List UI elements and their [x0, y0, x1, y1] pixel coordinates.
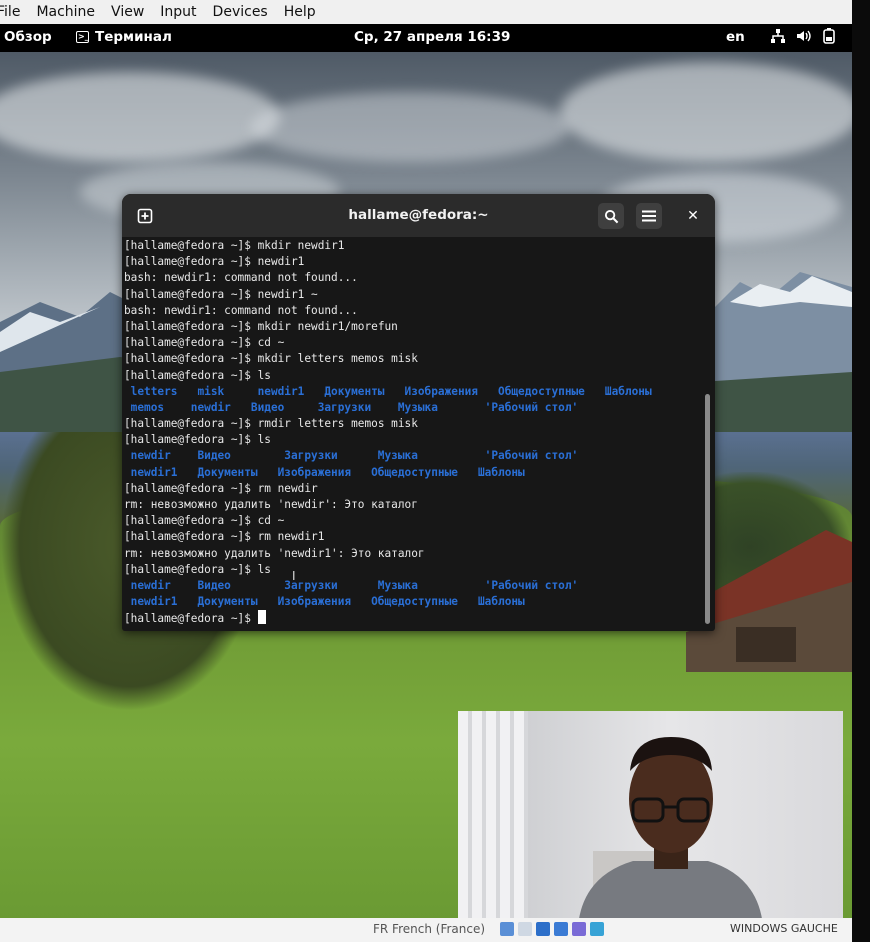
terminal-window[interactable]: hallame@fedora:~ ✕ [hallame@fedora ~]$ m…: [122, 194, 715, 631]
active-prompt-line: [hallame@fedora ~]$: [124, 610, 704, 626]
command-line: [hallame@fedora ~]$ cd ~: [124, 335, 704, 351]
command-line: [hallame@fedora ~]$ newdir1 ~: [124, 287, 704, 303]
webcam-overlay: [458, 711, 843, 926]
shell-prompt: [hallame@fedora ~]$: [124, 481, 258, 495]
close-button[interactable]: ✕: [680, 203, 706, 229]
input-language[interactable]: en: [726, 29, 745, 45]
shell-prompt: [hallame@fedora ~]$: [124, 417, 258, 431]
shell-prompt: [hallame@fedora ~]$: [124, 336, 258, 350]
shell-prompt: [hallame@fedora ~]$: [124, 239, 258, 252]
command-line: [hallame@fedora ~]$ ls: [124, 432, 704, 448]
shell-prompt: [hallame@fedora ~]$: [124, 319, 258, 333]
menu-button[interactable]: [636, 203, 662, 229]
menu-file[interactable]: File: [0, 0, 28, 24]
gnome-top-bar: Обзор >_ Терминал Ср, 27 апреля 16:39 en: [0, 24, 852, 52]
terminal-icon: >_: [76, 31, 89, 43]
shell-prompt: [hallame@fedora ~]$: [124, 287, 258, 301]
terminal-scrollbar[interactable]: [705, 394, 710, 624]
command-text: rm newdir: [257, 481, 318, 495]
command-text: mkdir letters memos misk: [257, 352, 418, 366]
shell-prompt: [hallame@fedora ~]$: [124, 562, 258, 576]
app-menu-button[interactable]: >_ Терминал: [76, 29, 172, 45]
command-text: ls: [257, 368, 271, 382]
system-menu[interactable]: [770, 28, 836, 44]
terminal-headerbar[interactable]: hallame@fedora:~ ✕: [122, 194, 715, 237]
output-line: rm: невозможно удалить 'newdir': Это кат…: [124, 498, 418, 511]
command-line: [hallame@fedora ~]$ ls: [124, 368, 704, 384]
shell-prompt: [hallame@fedora ~]$: [124, 612, 258, 626]
ls-output-line: newdir1 Документы Изображения Общедоступ…: [124, 595, 525, 609]
command-line: [hallame@fedora ~]$ ls: [124, 562, 704, 578]
command-line: [hallame@fedora ~]$ rmdir letters memos …: [124, 416, 704, 432]
command-line: [hallame@fedora ~]$ rm newdir1: [124, 529, 704, 545]
search-button[interactable]: [598, 203, 624, 229]
ls-output-line: newdir1 Документы Изображения Общедоступ…: [124, 465, 525, 479]
search-icon: [604, 209, 618, 223]
output-line: rm: невозможно удалить 'newdir1': Это ка…: [124, 546, 425, 560]
ls-output-line: letters misk newdir1 Документы Изображен…: [124, 384, 652, 398]
text-cursor-icon: I: [292, 569, 296, 583]
menu-machine[interactable]: Machine: [28, 0, 103, 24]
command-line: [hallame@fedora ~]$ cd ~: [124, 513, 704, 529]
command-line: [hallame@fedora ~]$ newdir1: [124, 254, 704, 270]
keyboard-layout[interactable]: FR French (France): [373, 922, 485, 936]
command-text: ls: [257, 562, 271, 576]
host-taskbar: FR French (France) WINDOWS GAUCHE: [0, 918, 852, 942]
command-text: newdir1: [257, 255, 305, 269]
shell-prompt: [hallame@fedora ~]$: [124, 514, 258, 528]
app-name: Терминал: [95, 29, 172, 45]
close-icon: ✕: [687, 208, 699, 224]
command-text: mkdir newdir1: [257, 239, 345, 252]
hamburger-icon: [642, 210, 656, 222]
output-line: bash: newdir1: command not found...: [124, 271, 358, 285]
command-text: mkdir newdir1/morefun: [257, 319, 398, 333]
shell-prompt: [hallame@fedora ~]$: [124, 530, 258, 544]
shell-prompt: [hallame@fedora ~]$: [124, 433, 258, 447]
command-text: cd ~: [257, 336, 285, 350]
command-text: cd ~: [257, 514, 285, 528]
terminal-output[interactable]: [hallame@fedora ~]$ mkdir newdir1 [hallam…: [124, 238, 704, 630]
ls-output-line: memos newdir Видео Загрузки Музыка 'Рабо…: [124, 400, 579, 414]
clock[interactable]: Ср, 27 апреля 16:39: [354, 29, 510, 45]
command-text: ls: [257, 433, 271, 447]
shell-prompt: [hallame@fedora ~]$: [124, 255, 258, 269]
host-menubar: File Machine View Input Devices Help: [0, 0, 852, 24]
activities-button[interactable]: Обзор: [4, 29, 52, 45]
person-image: [578, 737, 763, 926]
volume-icon: [797, 30, 811, 42]
terminal-cursor: [257, 610, 266, 625]
battery-icon: [823, 28, 835, 44]
output-line: bash: newdir1: command not found...: [124, 303, 358, 317]
command-line: [hallame@fedora ~]$ mkdir newdir1: [124, 238, 704, 254]
ls-output-line: newdir Видео Загрузки Музыка 'Рабочий ст…: [124, 578, 579, 592]
command-line: [hallame@fedora ~]$ mkdir letters memos …: [124, 351, 704, 367]
command-line: [hallame@fedora ~]$ rm newdir: [124, 481, 704, 497]
command-line: [hallame@fedora ~]$ mkdir newdir1/morefu…: [124, 319, 704, 335]
ls-output-line: newdir Видео Загрузки Музыка 'Рабочий ст…: [124, 449, 579, 463]
host-window-edge: [852, 0, 870, 942]
command-text: rm newdir1: [257, 530, 325, 544]
command-text: rmdir letters memos misk: [257, 417, 418, 431]
window-group-label: WINDOWS GAUCHE: [730, 922, 838, 935]
network-icon: [771, 29, 785, 43]
menu-view[interactable]: View: [103, 0, 152, 24]
menu-input[interactable]: Input: [152, 0, 204, 24]
menu-help[interactable]: Help: [276, 0, 324, 24]
command-text: newdir1 ~: [257, 287, 318, 301]
shell-prompt: [hallame@fedora ~]$: [124, 352, 258, 366]
tray-icons: [500, 922, 604, 936]
menu-devices[interactable]: Devices: [205, 0, 276, 24]
shell-prompt: [hallame@fedora ~]$: [124, 368, 258, 382]
terminal-title: hallame@fedora:~: [348, 207, 489, 223]
